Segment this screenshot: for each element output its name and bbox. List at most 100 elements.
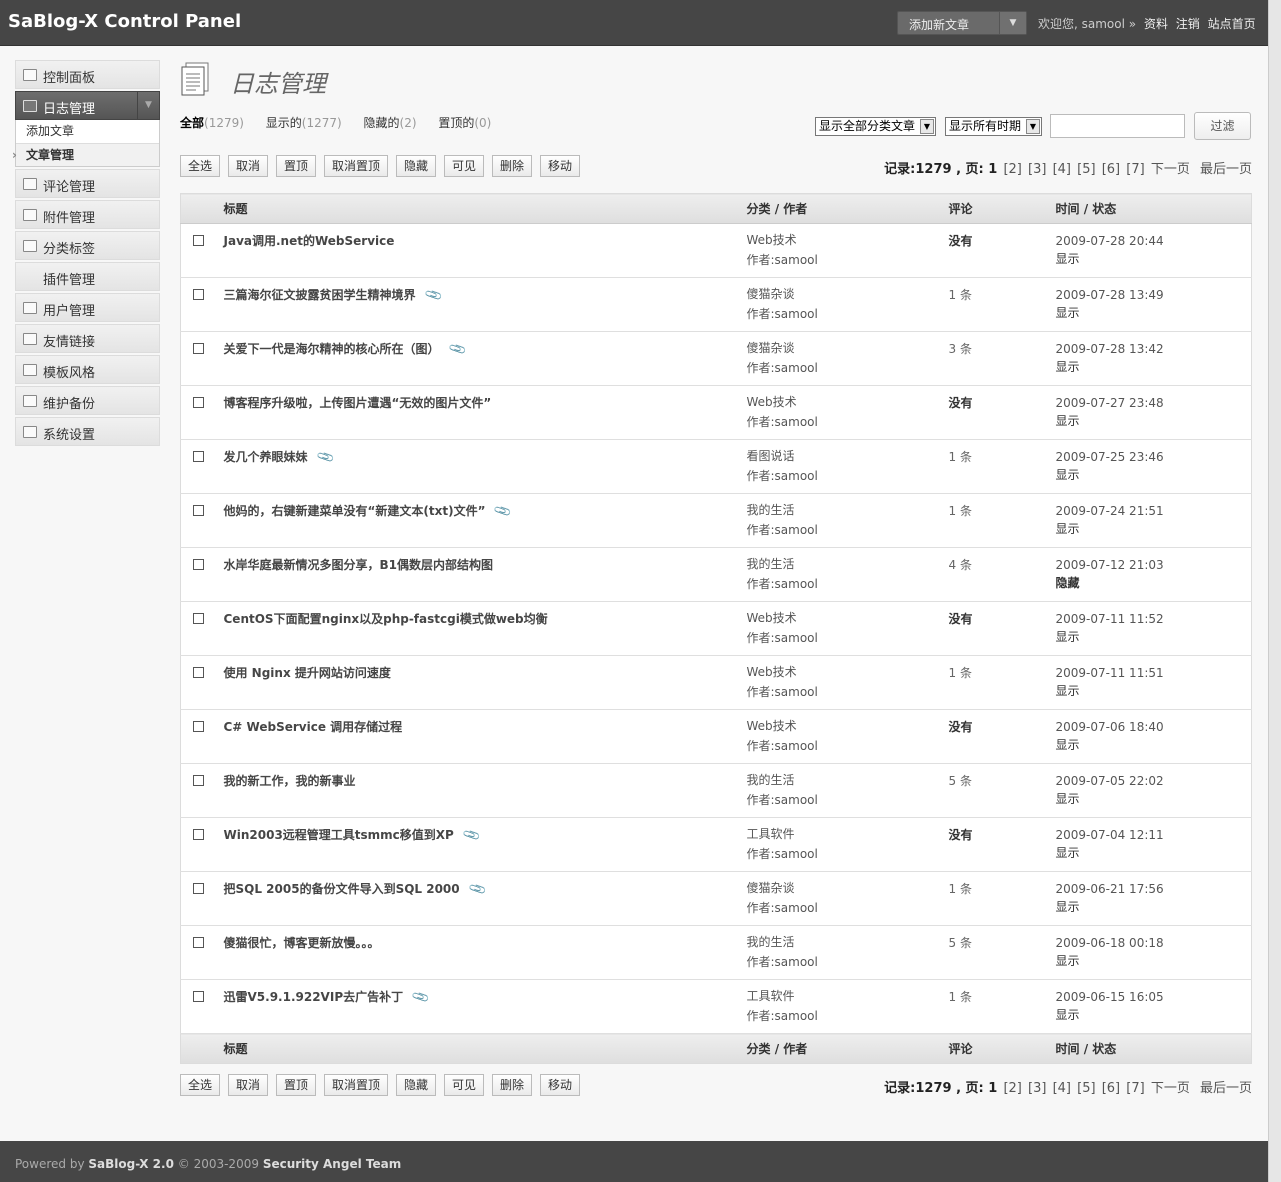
post-title-link[interactable]: Win2003远程管理工具tsmmc移值到XP [224,828,454,842]
post-title-link[interactable]: 傻猫很忙，博客更新放慢。。。 [224,936,380,950]
row-checkbox[interactable] [193,613,204,624]
row-checkbox[interactable] [193,991,204,1002]
chevron-down-icon[interactable]: ▼ [137,92,159,119]
category-select[interactable]: 显示全部分类文章 ▼ [815,117,936,136]
page-link[interactable]: [3] [1028,162,1046,177]
post-comments[interactable]: 5 条 [948,763,1056,818]
delete-button[interactable]: 删除 [492,1074,532,1096]
row-checkbox[interactable] [193,721,204,732]
row-checkbox[interactable] [193,235,204,246]
sidebar-item-maintenance[interactable]: 维护备份 [15,386,160,415]
scrollbar[interactable] [1268,0,1281,1182]
post-comments[interactable]: 1 条 [948,979,1056,1034]
page-link[interactable]: [2] [1003,162,1021,177]
move-button[interactable]: 移动 [540,155,580,177]
post-category-link[interactable]: 看图说话 [747,446,949,466]
chevron-down-icon[interactable]: ▼ [999,12,1026,34]
sidebar-item-plugins[interactable]: 插件管理 [15,262,160,291]
post-category-link[interactable]: 我的生活 [747,932,949,952]
filter-sticky[interactable]: 置顶的(0) [438,116,491,130]
post-category-link[interactable]: 我的生活 [747,770,949,790]
hide-button[interactable]: 隐藏 [396,155,436,177]
post-category-link[interactable]: Web技术 [747,716,949,736]
submenu-manage-posts[interactable]: 文章管理 [12,143,159,167]
post-comments[interactable]: 1 条 [948,277,1056,332]
post-title-link[interactable]: 把SQL 2005的备份文件导入到SQL 2000 [224,882,460,896]
post-category-link[interactable]: 我的生活 [747,554,949,574]
post-title-link[interactable]: 三篇海尔征文披露贫困学生精神境界 [224,288,416,302]
post-title-link[interactable]: 发几个养眼妹妹 [224,450,308,464]
post-category-link[interactable]: Web技术 [747,392,949,412]
post-comments[interactable]: 1 条 [948,871,1056,926]
page-link[interactable]: [7] [1126,162,1144,177]
unsticky-button[interactable]: 取消置顶 [324,155,388,177]
row-checkbox[interactable] [193,505,204,516]
post-comments[interactable]: 1 条 [948,493,1056,548]
post-comments[interactable]: 没有 [948,601,1056,656]
post-comments[interactable]: 3 条 [948,331,1056,386]
page-link[interactable]: [5] [1077,162,1095,177]
row-checkbox[interactable] [193,289,204,300]
add-new-post-button[interactable]: 添加新文章 ▼ [897,11,1027,35]
post-category-link[interactable]: 工具软件 [747,824,949,844]
post-title-link[interactable]: Java调用.net的WebService [224,234,395,248]
sidebar-item-comments[interactable]: 评论管理 [15,169,160,198]
site-home-link[interactable]: 站点首页 [1208,17,1256,31]
cancel-button[interactable]: 取消 [228,155,268,177]
post-category-link[interactable]: 傻猫杂谈 [747,878,949,898]
submenu-add-post[interactable]: 添加文章 [16,120,159,143]
show-button[interactable]: 可见 [444,1074,484,1096]
row-checkbox[interactable] [193,937,204,948]
page-link[interactable]: [3] [1028,1081,1046,1096]
post-title-link[interactable]: CentOS下面配置nginx以及php-fastcgi模式做web均衡 [224,612,548,626]
last-page-link[interactable]: 最后一页 [1200,162,1252,177]
footer-team[interactable]: Security Angel Team [263,1157,401,1171]
row-checkbox[interactable] [193,343,204,354]
row-checkbox[interactable] [193,667,204,678]
sidebar-item-categories[interactable]: 分类标签 [15,231,160,260]
post-comments[interactable]: 1 条 [948,655,1056,710]
filter-all[interactable]: 全部(1279) [180,116,244,130]
filter-hidden[interactable]: 隐藏的(2) [364,116,417,130]
cancel-button[interactable]: 取消 [228,1074,268,1096]
post-title-link[interactable]: 使用 Nginx 提升网站访问速度 [224,666,391,680]
post-category-link[interactable]: Web技术 [747,230,949,250]
last-page-link[interactable]: 最后一页 [1200,1081,1252,1096]
delete-button[interactable]: 删除 [492,155,532,177]
page-link[interactable]: [5] [1077,1081,1095,1096]
post-title-link[interactable]: 他妈的，右键新建菜单没有“新建文本(txt)文件” [224,504,486,518]
row-checkbox[interactable] [193,451,204,462]
filter-button[interactable]: 过滤 [1194,112,1251,140]
next-page-link[interactable]: 下一页 [1151,162,1190,177]
post-comments[interactable]: 没有 [948,223,1056,278]
sidebar-item-dashboard[interactable]: 控制面板 [15,60,160,89]
sticky-button[interactable]: 置顶 [276,155,316,177]
row-checkbox[interactable] [193,883,204,894]
select-all-button[interactable]: 全选 [180,1074,220,1096]
page-link[interactable]: [2] [1003,1081,1021,1096]
row-checkbox[interactable] [193,559,204,570]
next-page-link[interactable]: 下一页 [1151,1081,1190,1096]
sidebar-item-links[interactable]: 友情链接 [15,324,160,353]
row-checkbox[interactable] [193,829,204,840]
page-link[interactable]: [6] [1102,162,1120,177]
profile-link[interactable]: 资料 [1144,17,1168,31]
date-select[interactable]: 显示所有时期 ▼ [945,117,1042,136]
post-comments[interactable]: 没有 [948,385,1056,440]
show-button[interactable]: 可见 [444,155,484,177]
page-link[interactable]: [6] [1102,1081,1120,1096]
post-category-link[interactable]: 傻猫杂谈 [747,338,949,358]
post-category-link[interactable]: 我的生活 [747,500,949,520]
sidebar-item-attachments[interactable]: 附件管理 [15,200,160,229]
post-title-link[interactable]: 我的新工作，我的新事业 [224,774,356,788]
post-comments[interactable]: 4 条 [948,547,1056,602]
post-category-link[interactable]: 傻猫杂谈 [747,284,949,304]
unsticky-button[interactable]: 取消置顶 [324,1074,388,1096]
post-title-link[interactable]: 迅雷V5.9.1.922VIP去广告补丁 [224,990,404,1004]
logout-link[interactable]: 注销 [1176,17,1200,31]
post-comments[interactable]: 1 条 [948,439,1056,494]
page-link[interactable]: [4] [1053,162,1071,177]
post-title-link[interactable]: C# WebService 调用存储过程 [224,720,403,734]
sticky-button[interactable]: 置顶 [276,1074,316,1096]
post-category-link[interactable]: Web技术 [747,662,949,682]
